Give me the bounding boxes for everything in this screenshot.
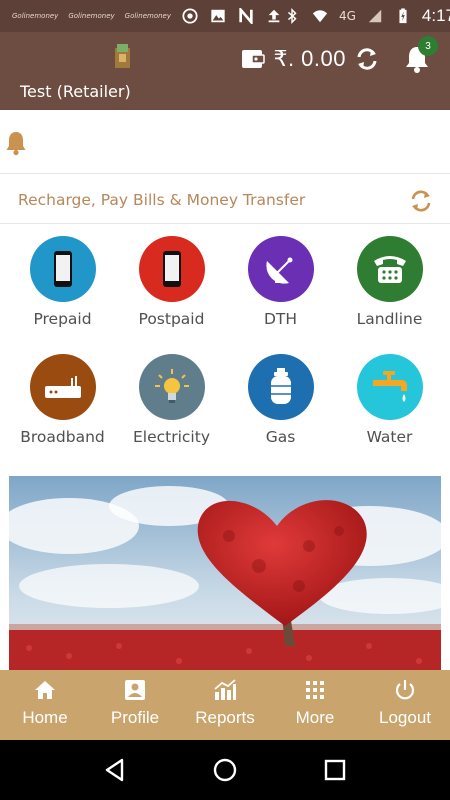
signal-icon <box>368 9 382 23</box>
service-icon-circle <box>138 354 205 420</box>
home-icon <box>35 681 55 699</box>
nav-reports[interactable]: Reports <box>180 670 270 740</box>
profile-icon <box>125 680 145 700</box>
wallet-icon[interactable] <box>241 47 266 71</box>
service-label: Gas <box>265 428 296 446</box>
reports-icon <box>214 679 236 700</box>
nav-logout[interactable]: Logout <box>360 670 450 740</box>
section-title: Recharge, Pay Bills & Money Transfer <box>18 190 306 209</box>
nav-profile[interactable]: Profile <box>90 670 180 740</box>
refresh-icon[interactable] <box>408 188 434 214</box>
service-icon-circle <box>356 354 423 420</box>
recents-icon[interactable] <box>322 757 348 783</box>
mobile-icon <box>162 251 181 287</box>
telephone-icon <box>373 256 406 283</box>
bluetooth-icon <box>287 8 297 24</box>
nav-label: Profile <box>110 708 160 727</box>
nav-label: Reports <box>195 708 255 727</box>
service-icon-circle <box>356 236 423 302</box>
notifications-button[interactable]: 3 <box>402 36 438 74</box>
battery-charging-icon <box>399 8 407 24</box>
network-type: 4G <box>338 9 356 23</box>
water-tap-icon <box>372 371 407 402</box>
service-electricity[interactable]: Electricity <box>117 350 226 460</box>
image-icon <box>211 9 225 23</box>
nav-label: Home <box>22 708 68 727</box>
service-icon-circle <box>247 236 314 302</box>
service-label: Water <box>366 428 413 446</box>
notification-label: Golinemoney <box>12 12 59 20</box>
mobile-icon <box>53 251 72 287</box>
service-label: Prepaid <box>33 310 92 328</box>
service-gas[interactable]: Gas <box>226 350 335 460</box>
heart-tree-image <box>9 476 441 670</box>
wallet-balance: ₹. 0.00 <box>273 46 346 71</box>
n-app-icon <box>239 8 253 24</box>
app-logo <box>115 44 130 68</box>
home-circle-icon[interactable] <box>212 757 238 783</box>
service-label: DTH <box>263 310 298 328</box>
service-icon-circle <box>247 354 314 420</box>
nav-more[interactable]: More <box>270 670 360 740</box>
service-label: Landline <box>356 310 423 328</box>
router-icon <box>44 376 81 398</box>
wifi-icon <box>312 10 328 23</box>
system-navigation-bar <box>0 740 450 800</box>
nav-label: Logout <box>379 708 431 727</box>
refresh-balance-icon[interactable] <box>354 46 380 72</box>
promo-banner <box>9 476 441 670</box>
clock: 4:17 <box>421 6 450 25</box>
satellite-dish-icon <box>265 257 292 284</box>
upload-icon <box>268 9 280 23</box>
service-label: Electricity <box>133 428 210 446</box>
service-postpaid[interactable]: Postpaid <box>117 232 226 342</box>
service-label: Postpaid <box>138 310 205 328</box>
notification-label: Golinemoney <box>68 12 115 20</box>
service-broadband[interactable]: Broadband <box>8 350 117 460</box>
notification-badge: 3 <box>418 36 438 56</box>
notice-bell-icon <box>6 132 26 156</box>
wallet-area: ₹. 0.00 3 <box>241 36 438 74</box>
service-landline[interactable]: Landline <box>335 232 444 342</box>
bottom-navigation: Home Profile Reports More Logout <box>0 670 450 740</box>
user-name: Test (Retailer) <box>20 82 131 101</box>
notification-label: Golinemoney <box>124 12 171 20</box>
app-header: ₹. 0.00 3 Test (Retailer) <box>0 32 450 110</box>
gas-cylinder-icon <box>270 368 291 404</box>
service-label: Broadband <box>20 428 105 446</box>
chrome-icon <box>182 8 198 24</box>
service-icon-circle <box>29 354 96 420</box>
power-icon <box>395 680 415 700</box>
service-water[interactable]: Water <box>335 350 444 460</box>
nav-label: More <box>295 708 335 727</box>
status-bar: Golinemoney Golinemoney Golinemoney 4G 4… <box>0 0 450 32</box>
grid-icon <box>306 681 324 699</box>
service-prepaid[interactable]: Prepaid <box>8 232 117 342</box>
service-icon-circle <box>29 236 96 302</box>
nav-home[interactable]: Home <box>0 670 90 740</box>
service-icon-circle <box>138 236 205 302</box>
light-bulb-icon <box>154 369 189 403</box>
notice-bar <box>0 110 450 174</box>
back-icon[interactable] <box>102 757 128 783</box>
services-section-header: Recharge, Pay Bills & Money Transfer <box>0 176 450 224</box>
service-dth[interactable]: DTH <box>226 232 335 342</box>
